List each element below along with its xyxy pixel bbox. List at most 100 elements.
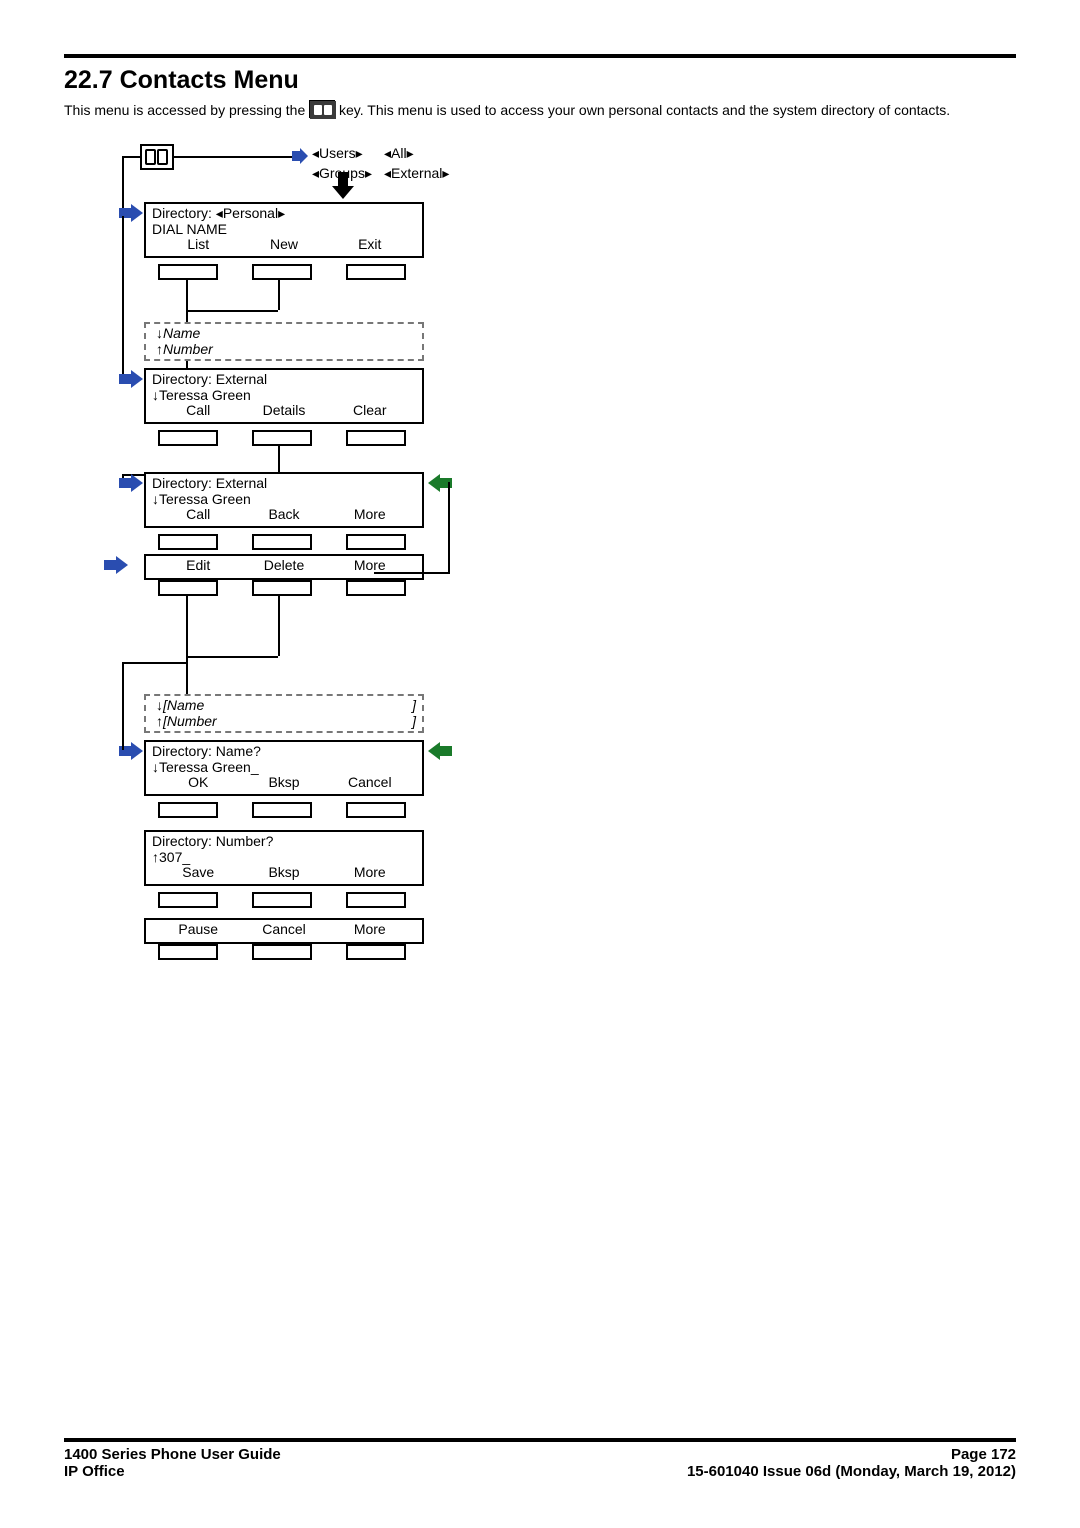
softkey-more: More [328, 865, 412, 880]
soft-button[interactable] [252, 264, 312, 280]
connector [278, 446, 280, 474]
hint-number: ↑Number [156, 342, 416, 357]
screen-title: Directory: External [152, 476, 416, 491]
soft-button[interactable] [252, 430, 312, 446]
soft-button[interactable] [252, 802, 312, 818]
soft-button[interactable] [346, 534, 406, 550]
top-rule [64, 54, 1016, 58]
softkey-edit: Edit [156, 558, 240, 573]
arrow-right-icon [104, 556, 130, 577]
soft-button[interactable] [252, 892, 312, 908]
screen-personal: Directory: ◂Personal▸ DIAL NAME List New… [144, 202, 424, 258]
page-footer: 1400 Series Phone User Guide Page 172 IP… [64, 1438, 1016, 1480]
screen-external-details: Directory: External ↓Teressa Green Call … [144, 472, 424, 528]
name-number-edit-hint: ↓[Name ] ↑[Number ] [144, 694, 424, 733]
hint-name: ↓[Name [156, 698, 204, 713]
filter-all: ◂All▸ [384, 146, 414, 161]
softkey-delete: Delete [242, 558, 326, 573]
connector [448, 482, 450, 572]
intro-paragraph: This menu is accessed by pressing the ke… [64, 101, 1016, 120]
footer-office: IP Office [64, 1463, 125, 1480]
menu-flow-diagram: ◂Users▸ ◂All▸ ◂Groups▸ ◂External▸ Direct… [64, 142, 664, 1082]
connector [186, 310, 278, 312]
soft-button[interactable] [158, 802, 218, 818]
arrow-right-icon [119, 474, 145, 495]
soft-button[interactable] [158, 892, 218, 908]
screen-name-edit: Directory: Name? ↓Teressa Green_ OK Bksp… [144, 740, 424, 796]
connector [122, 662, 124, 750]
connector [122, 662, 186, 664]
softkeys: Call Back More [152, 507, 416, 522]
soft-button[interactable] [252, 580, 312, 596]
softkey-call: Call [156, 507, 240, 522]
soft-button[interactable] [158, 534, 218, 550]
soft-button[interactable] [158, 944, 218, 960]
soft-button[interactable] [346, 430, 406, 446]
intro-after: key. This menu is used to access your ow… [339, 102, 950, 118]
connector [174, 156, 294, 158]
softkey-more: More [328, 507, 412, 522]
arrow-left-icon [426, 742, 452, 763]
soft-button[interactable] [346, 264, 406, 280]
footer-rule [64, 1438, 1016, 1442]
softkey-details: Details [242, 403, 326, 418]
screen-external-call: Directory: External ↓Teressa Green Call … [144, 368, 424, 424]
soft-button[interactable] [158, 264, 218, 280]
hint-number-end: ] [412, 714, 416, 729]
soft-button[interactable] [252, 534, 312, 550]
softkey-new: New [242, 237, 326, 252]
intro-before: This menu is accessed by pressing the [64, 102, 309, 118]
softkey-pause: Pause [156, 922, 240, 937]
softkey-cancel: Cancel [242, 922, 326, 937]
connector [186, 596, 188, 696]
screen-line: ↓Teressa Green [152, 492, 416, 507]
connector [186, 656, 278, 658]
footer-issue: 15-601040 Issue 06d (Monday, March 19, 2… [687, 1463, 1016, 1480]
softkeys: Call Details Clear [152, 403, 416, 418]
hint-name-end: ] [412, 698, 416, 713]
soft-buttons [158, 264, 406, 280]
connector [122, 156, 140, 158]
softkeys: OK Bksp Cancel [152, 775, 416, 790]
soft-buttons [158, 580, 406, 596]
arrow-right-icon [292, 148, 310, 167]
filter-external: ◂External▸ [384, 166, 449, 181]
screen-line: ↓Teressa Green_ [152, 760, 416, 775]
hint-number: ↑[Number [156, 714, 217, 729]
hint-name: ↓Name [156, 326, 416, 341]
softkeys: Save Bksp More [152, 865, 416, 880]
soft-button[interactable] [346, 892, 406, 908]
softkey-cancel: Cancel [328, 775, 412, 790]
connector [122, 216, 124, 382]
screen-title: Directory: Name? [152, 744, 416, 759]
footer-page: Page 172 [951, 1446, 1016, 1463]
soft-button[interactable] [346, 580, 406, 596]
softkey-save: Save [156, 865, 240, 880]
soft-button[interactable] [252, 944, 312, 960]
screen-edit-delete: Edit Delete More [144, 554, 424, 579]
section-heading: 22.7 Contacts Menu [64, 66, 1016, 95]
soft-buttons [158, 430, 406, 446]
screen-line: DIAL NAME [152, 222, 416, 237]
screen-number-edit: Directory: Number? ↑307_ Save Bksp More [144, 830, 424, 886]
softkey-list: List [156, 237, 240, 252]
soft-button[interactable] [346, 802, 406, 818]
filter-users: ◂Users▸ [312, 146, 363, 161]
name-number-hint: ↓Name ↑Number [144, 322, 424, 361]
soft-buttons [158, 802, 406, 818]
soft-button[interactable] [346, 944, 406, 960]
softkey-ok: OK [156, 775, 240, 790]
contacts-key-icon [309, 100, 335, 118]
screen-number-more: Pause Cancel More [144, 918, 424, 943]
soft-buttons [158, 534, 406, 550]
connector [278, 596, 280, 656]
footer-guide: 1400 Series Phone User Guide [64, 1446, 281, 1463]
softkey-bksp: Bksp [242, 865, 326, 880]
screen-title: Directory: Number? [152, 834, 416, 849]
softkey-back: Back [242, 507, 326, 522]
soft-button[interactable] [158, 580, 218, 596]
arrow-right-icon [119, 370, 145, 391]
screen-line: ↓Teressa Green [152, 388, 416, 403]
soft-button[interactable] [158, 430, 218, 446]
connector [374, 572, 450, 574]
